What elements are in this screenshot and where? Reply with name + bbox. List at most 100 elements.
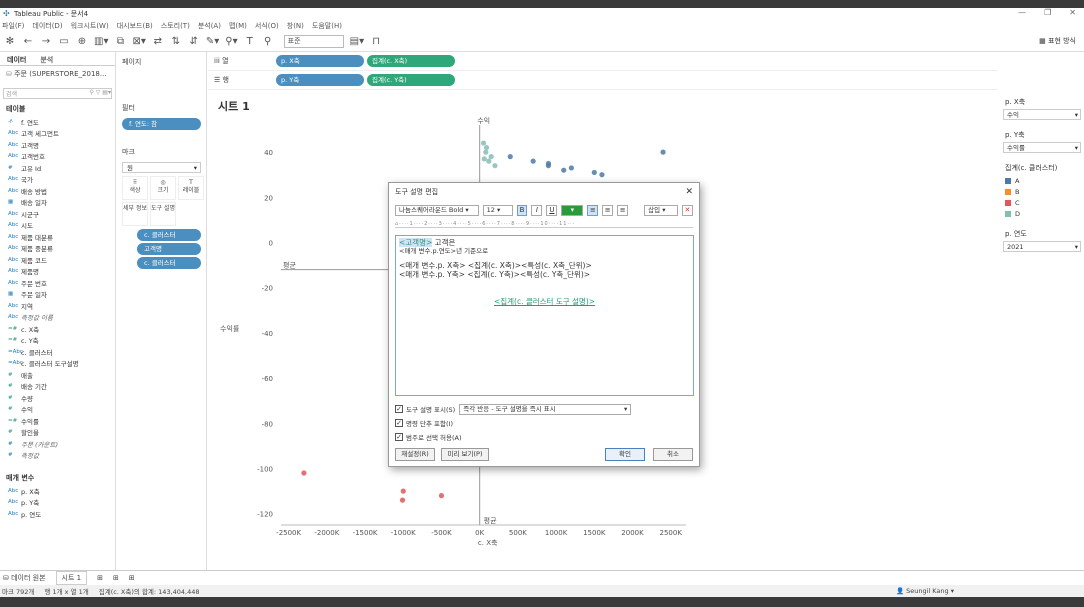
- new-dashboard-icon[interactable]: ⊞: [113, 574, 119, 582]
- field-item[interactable]: Abc 시도: [0, 220, 115, 232]
- field-item[interactable]: =# c. X축: [0, 323, 115, 335]
- close-icon[interactable]: ✕: [685, 187, 693, 197]
- new-datasource-icon[interactable]: ⊕: [76, 36, 88, 47]
- field-item[interactable]: =Abc c. 클러스터 도구설명: [0, 358, 115, 370]
- checkbox-icon[interactable]: ✓: [395, 419, 403, 427]
- font-color-button[interactable]: ▾: [561, 204, 584, 216]
- field-item[interactable]: # 수량: [0, 392, 115, 404]
- clear-icon[interactable]: ⊠▾: [132, 36, 145, 47]
- user-menu[interactable]: 👤 Seungil Kang ▾: [896, 587, 954, 595]
- field-item[interactable]: Abc 배송 방법: [0, 185, 115, 197]
- color-button[interactable]: ⠿ 색상: [122, 176, 148, 200]
- tab-data[interactable]: 데이터: [0, 52, 33, 65]
- clear-format-icon[interactable]: ✕: [682, 204, 693, 216]
- new-story-icon[interactable]: ⊞: [129, 574, 135, 582]
- field-item[interactable]: =# c. Y축: [0, 335, 115, 347]
- checkbox-icon[interactable]: ✓: [395, 405, 403, 413]
- ok-button[interactable]: 확인: [605, 448, 645, 461]
- pin-icon[interactable]: ⚲: [262, 36, 274, 47]
- field-item[interactable]: Abc 지역: [0, 300, 115, 312]
- tableau-icon[interactable]: ✻: [4, 36, 16, 47]
- sort-desc-icon[interactable]: ⇵: [188, 36, 200, 47]
- close-window-icon[interactable]: ✕: [1069, 8, 1076, 17]
- underline-button[interactable]: U: [546, 204, 558, 216]
- tab-analysis[interactable]: 분석: [33, 52, 60, 65]
- field-item[interactable]: # 측정값: [0, 450, 115, 462]
- filter-pill[interactable]: f. 연도: 참: [122, 118, 201, 130]
- legend-item[interactable]: B: [1000, 186, 1084, 197]
- field-item[interactable]: Abc 국가: [0, 174, 115, 186]
- field-item[interactable]: Abc 주문 번호: [0, 277, 115, 289]
- mark-pill[interactable]: 고객명: [137, 243, 201, 255]
- search-input[interactable]: 검색 ⚲ ▽ ▤▾: [3, 88, 112, 99]
- group-icon[interactable]: ⚲▾: [225, 36, 237, 47]
- align-right-button[interactable]: ≡: [617, 204, 629, 216]
- forward-icon[interactable]: →: [40, 36, 52, 47]
- field-item[interactable]: =# 수익률: [0, 415, 115, 427]
- new-sheet-icon[interactable]: ▥▾: [94, 36, 108, 47]
- field-item[interactable]: Abc 제품 코드: [0, 254, 115, 266]
- field-item[interactable]: # 수익: [0, 404, 115, 416]
- menu-item[interactable]: 스토리(T): [161, 21, 190, 31]
- legend-item[interactable]: C: [1000, 197, 1084, 208]
- presentation-icon[interactable]: ⊓: [370, 36, 382, 47]
- menu-item[interactable]: 서식(O): [255, 21, 279, 31]
- legend-item[interactable]: A: [1000, 175, 1084, 186]
- field-item[interactable]: =Abc c. 클러스터: [0, 346, 115, 358]
- menu-item[interactable]: 대시보드(B): [117, 21, 153, 31]
- menu-item[interactable]: 파일(F): [2, 21, 24, 31]
- select-category-option[interactable]: ✓ 범주로 선택 허용(A): [395, 430, 695, 444]
- font-size-select[interactable]: 12 ▾: [482, 204, 513, 216]
- highlight-icon[interactable]: ✎▾: [206, 36, 219, 47]
- maximize-icon[interactable]: ❐: [1044, 8, 1051, 17]
- menu-item[interactable]: 맵(M): [229, 21, 247, 31]
- align-center-button[interactable]: ≡: [602, 204, 614, 216]
- bold-button[interactable]: B: [516, 204, 528, 216]
- size-button[interactable]: ◎ 크기: [150, 176, 176, 200]
- insert-button[interactable]: 삽입 ▾: [644, 204, 679, 216]
- field-item[interactable]: # 주문 (카운트): [0, 438, 115, 450]
- duplicate-icon[interactable]: ⧉: [114, 36, 126, 47]
- menu-item[interactable]: 창(N): [287, 21, 304, 31]
- italic-button[interactable]: I: [531, 204, 543, 216]
- menu-item[interactable]: 데이터(D): [32, 21, 62, 31]
- show-tooltip-option[interactable]: ✓ 도구 설명 표시(S) 즉각 반응 - 도구 설명을 즉시 표시 ▾: [395, 402, 695, 416]
- field-item[interactable]: # 고유 Id: [0, 162, 115, 174]
- field-item[interactable]: Abc 고객 세그먼트: [0, 128, 115, 140]
- preview-button[interactable]: 미리 보기(P): [441, 448, 489, 461]
- field-item[interactable]: -f· f. 연도: [0, 116, 115, 128]
- cancel-button[interactable]: 취소: [653, 448, 693, 461]
- menu-item[interactable]: 분석(A): [198, 21, 221, 31]
- field-item[interactable]: # 매출: [0, 369, 115, 381]
- field-item[interactable]: Abc 제품 대분류: [0, 231, 115, 243]
- field-item[interactable]: Abc 제품 중분류: [0, 243, 115, 255]
- field-item[interactable]: Abc 제품명: [0, 266, 115, 278]
- param-item[interactable]: Abc p. X축: [0, 485, 115, 497]
- row-pill[interactable]: 집계(c. Y축): [367, 74, 455, 86]
- field-item[interactable]: Abc 고객번호: [0, 151, 115, 163]
- datasource-item[interactable]: ⛁ 주문 (SUPERSTORE_2018...: [0, 66, 115, 82]
- new-worksheet-icon[interactable]: ⊞: [97, 574, 103, 582]
- sort-asc-icon[interactable]: ⇅: [170, 36, 182, 47]
- column-pill[interactable]: 집계(c. X축): [367, 55, 455, 67]
- row-pill[interactable]: p. Y축: [276, 74, 364, 86]
- mark-pill[interactable]: c. 클러스터: [137, 257, 201, 269]
- field-item[interactable]: ▦ 주문 일자: [0, 289, 115, 301]
- font-select[interactable]: 나눔스퀘어라운드 Bold ▾: [395, 204, 479, 216]
- checkbox-icon[interactable]: ✓: [395, 433, 403, 441]
- save-icon[interactable]: ▭: [58, 36, 70, 47]
- mark-type-select[interactable]: 원 ▾: [122, 162, 201, 173]
- tooltip-button[interactable]: 도구 설명: [150, 202, 176, 226]
- menu-item[interactable]: 워크시트(W): [71, 21, 109, 31]
- field-item[interactable]: # 배송 기간: [0, 381, 115, 393]
- px-select[interactable]: 수익 ▾: [1003, 109, 1081, 120]
- sheet-tab[interactable]: 시트 1: [55, 571, 88, 585]
- field-item[interactable]: Abc 시군구: [0, 208, 115, 220]
- swap-icon[interactable]: ⇄: [152, 36, 164, 47]
- fit-dropdown[interactable]: 표준: [283, 34, 344, 48]
- field-item[interactable]: Abc 측정값 이름: [0, 312, 115, 324]
- legend-item[interactable]: D: [1000, 208, 1084, 219]
- detail-button[interactable]: 세부 정보: [122, 202, 148, 226]
- tooltip-style-select[interactable]: 즉각 반응 - 도구 설명을 즉시 표시 ▾: [459, 403, 632, 415]
- card-icon[interactable]: ▤▾: [350, 36, 364, 47]
